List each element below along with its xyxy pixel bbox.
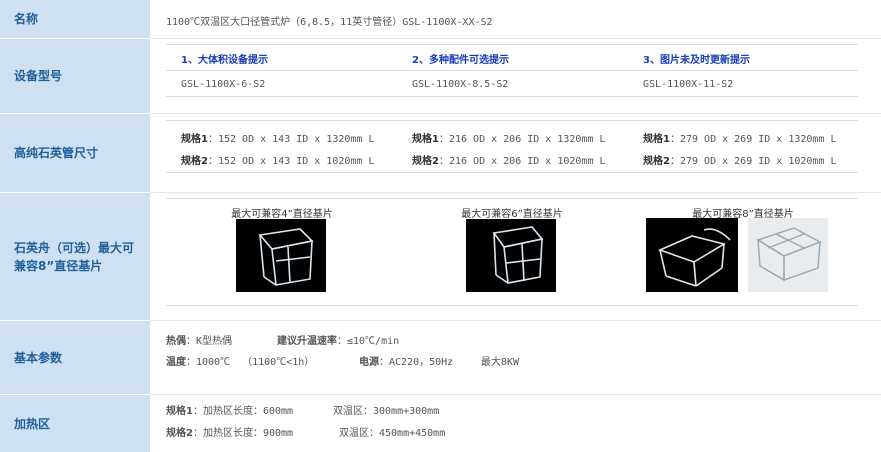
divider <box>150 394 881 395</box>
param-power-max: 最大8KW <box>481 357 520 368</box>
row-label-quartz-boat: 石英舟（可选）最大可兼容8”直径基片 <box>0 193 150 320</box>
divider <box>166 305 858 306</box>
tube-spec2-col2: 规格2：216 OD x 206 ID x 1020mm L <box>412 156 606 167</box>
heating-spec2: 规格2：加热区长度：900mm <box>166 428 294 439</box>
divider <box>166 44 858 45</box>
model-6: GSL-1100X-6-S2 <box>181 79 266 90</box>
row-label-heating-zone: 加热区 <box>0 395 150 452</box>
tube-spec2-col3: 规格2：279 OD x 269 ID x 1020mm L <box>643 156 837 167</box>
tube-spec1-col1: 规格1：152 OD x 143 ID x 1320mm L <box>181 134 375 145</box>
product-name: 1100℃双温区大口径管式炉（6,8.5，11英寸管径）GSL-1100X-XX… <box>166 17 493 28</box>
tube-spec2-col1: 规格2：152 OD x 143 ID x 1020mm L <box>181 156 375 167</box>
row-label-tube-size: 高纯石英管尺寸 <box>0 114 150 192</box>
heating-spec1-dual: 双温区：300mm+300mm <box>333 406 440 417</box>
tip-large-equipment: 1、大体积设备提示 <box>181 55 268 66</box>
row-label-model: 设备型号 <box>0 39 150 113</box>
divider <box>150 320 881 321</box>
tube-spec1-col3: 规格1：279 OD x 269 ID x 1320mm L <box>643 134 837 145</box>
quartz-boat-8in-image <box>646 218 738 292</box>
param-power: 电源：AC220，50Hz <box>359 357 454 368</box>
param-thermocouple: 热偶：K型热偶 <box>166 336 233 347</box>
tube-spec1-col2: 规格1：216 OD x 206 ID x 1320mm L <box>412 134 606 145</box>
divider <box>150 38 881 39</box>
quartz-boat-4in-image <box>236 219 326 292</box>
tip-accessories: 2、多种配件可选提示 <box>412 55 509 66</box>
boat-caption-6in: 最大可兼容6”直径基片 <box>461 209 563 220</box>
divider <box>166 198 858 199</box>
quartz-boat-6in-image <box>466 219 556 292</box>
boat-caption-4in: 最大可兼容4”直径基片 <box>231 209 333 220</box>
param-temperature: 温度：1000℃ （1100℃<1h） <box>166 357 315 368</box>
param-heating-rate: 建议升温速率：≤10℃/min <box>277 336 400 347</box>
row-label-basic-params: 基本参数 <box>0 321 150 394</box>
heating-spec1: 规格1：加热区长度：600mm <box>166 406 294 417</box>
divider <box>166 120 858 121</box>
divider <box>166 96 858 97</box>
row-label-name: 名称 <box>0 0 150 38</box>
divider <box>166 172 858 173</box>
model-8-5: GSL-1100X-8.5-S2 <box>412 79 509 90</box>
heating-spec2-dual: 双温区：450mm+450mm <box>339 428 446 439</box>
quartz-boat-8in-alt-image <box>748 218 828 292</box>
divider <box>150 113 881 114</box>
model-11: GSL-1100X-11-S2 <box>643 79 734 90</box>
tip-image-update: 3、图片未及时更新提示 <box>643 55 750 66</box>
divider <box>166 70 858 71</box>
divider <box>150 192 881 193</box>
